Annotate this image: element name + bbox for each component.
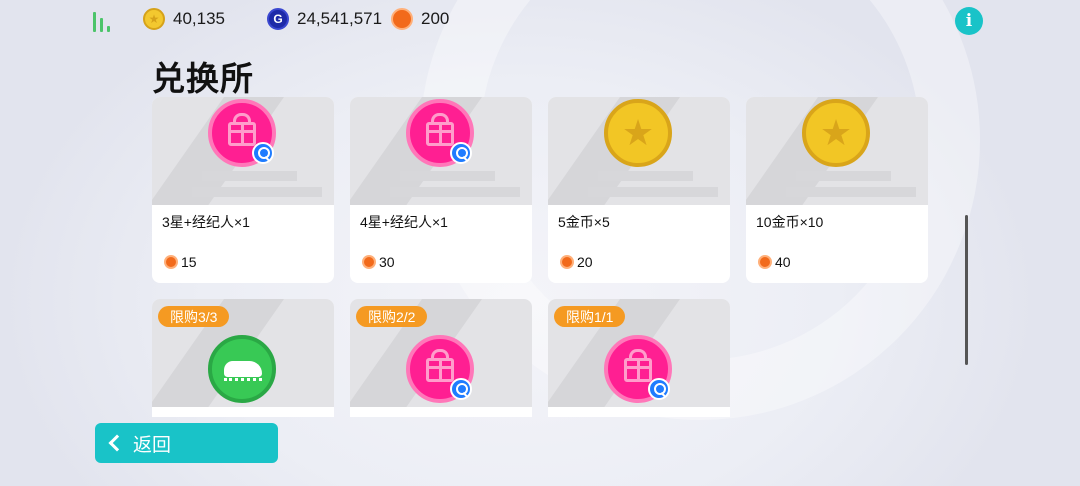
exchange-item-card[interactable]: 3星+经纪人×1 15 — [152, 97, 334, 283]
gold-amount: 40,135 — [173, 9, 225, 28]
item-name: 5金币×5 — [558, 214, 610, 230]
item-price: 20 — [560, 254, 593, 270]
exchange-item-card[interactable]: 限购3/3 — [152, 299, 334, 417]
token-icon — [362, 255, 376, 269]
item-name: 3星+经纪人×1 — [162, 214, 250, 230]
item-image-area: 限购2/2 — [350, 299, 532, 407]
exchange-item-card[interactable]: 限购1/1 — [548, 299, 730, 417]
back-button[interactable]: 返回 — [95, 423, 278, 463]
price-value: 20 — [577, 254, 593, 270]
item-price: 40 — [758, 254, 791, 270]
purchase-limit-badge: 限购1/1 — [554, 306, 626, 327]
back-label: 返回 — [133, 434, 172, 456]
magnifier-icon[interactable] — [450, 142, 472, 164]
page-title: 兑换所 — [152, 60, 254, 97]
item-image-area — [152, 97, 334, 205]
signal-icon — [93, 10, 117, 32]
scrollbar[interactable] — [965, 215, 968, 365]
boot-icon — [208, 335, 276, 403]
token-icon — [164, 255, 178, 269]
star-coin-icon: ★ — [604, 99, 672, 167]
item-image-area: 限购1/1 — [548, 299, 730, 407]
token-icon — [560, 255, 574, 269]
exchange-grid: 3星+经纪人×1 15 4星+经纪人×1 30 ★ 5金币×5 20 ★ 10金… — [152, 97, 932, 417]
item-price: 15 — [164, 254, 197, 270]
magnifier-icon[interactable] — [252, 142, 274, 164]
gold-coin-icon: ★ — [143, 8, 165, 30]
magnifier-icon[interactable] — [648, 378, 670, 400]
gold-currency: ★ 40,135 — [143, 8, 225, 30]
item-image-area: ★ — [548, 97, 730, 205]
token-icon — [391, 8, 413, 30]
item-image-area: 限购3/3 — [152, 299, 334, 407]
gp-amount: 24,541,571 — [297, 9, 383, 28]
exchange-item-card[interactable]: ★ 5金币×5 20 — [548, 97, 730, 283]
price-value: 40 — [775, 254, 791, 270]
star-coin-icon: ★ — [802, 99, 870, 167]
item-name: 10金币×10 — [756, 214, 824, 230]
token-amount: 200 — [421, 9, 450, 28]
item-name: 4星+经纪人×1 — [360, 214, 448, 230]
info-button[interactable]: i — [955, 7, 983, 35]
gp-currency: G 24,541,571 — [267, 8, 382, 30]
exchange-item-card[interactable]: ★ 10金币×10 40 — [746, 97, 928, 283]
purchase-limit-badge: 限购2/2 — [356, 306, 428, 327]
top-bar: ★ 40,135 G 24,541,571 200 i — [0, 0, 1080, 40]
item-price: 30 — [362, 254, 395, 270]
token-currency: 200 — [391, 8, 449, 30]
exchange-item-card[interactable]: 限购2/2 — [350, 299, 532, 417]
gp-coin-icon: G — [267, 8, 289, 30]
exchange-item-card[interactable]: 4星+经纪人×1 30 — [350, 97, 532, 283]
token-icon — [758, 255, 772, 269]
magnifier-icon[interactable] — [450, 378, 472, 400]
price-value: 30 — [379, 254, 395, 270]
price-value: 15 — [181, 254, 197, 270]
purchase-limit-badge: 限购3/3 — [158, 306, 230, 327]
chevron-left-icon — [108, 434, 126, 452]
item-image-area — [350, 97, 532, 205]
item-image-area: ★ — [746, 97, 928, 205]
